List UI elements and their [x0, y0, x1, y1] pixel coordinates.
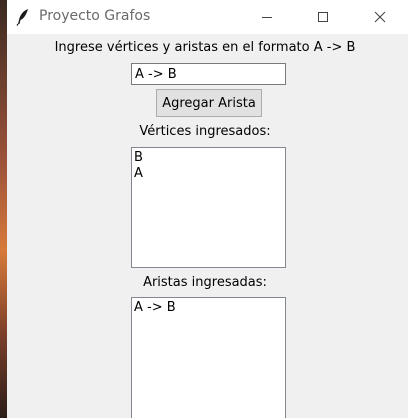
client-area: Ingrese vértices y aristas en el formato… [1, 34, 408, 418]
minimize-icon [262, 17, 272, 18]
list-item[interactable]: A [134, 166, 283, 182]
desktop-background [0, 0, 7, 418]
title-bar[interactable]: Proyecto Grafos [1, 0, 408, 34]
minimize-button[interactable] [244, 0, 290, 34]
edges-label: Aristas ingresadas: [143, 275, 267, 290]
vertices-label: Vértices ingresados: [139, 124, 271, 139]
add-edge-button[interactable]: Agregar Arista [156, 89, 262, 117]
edge-input[interactable] [131, 63, 286, 85]
edges-listbox[interactable]: A -> B [131, 297, 286, 418]
vertices-listbox[interactable]: B A [131, 147, 286, 268]
list-item[interactable]: B [134, 150, 283, 166]
feather-icon [15, 8, 31, 26]
maximize-icon [318, 12, 328, 22]
maximize-button[interactable] [300, 0, 346, 34]
close-button[interactable] [357, 0, 403, 34]
app-window: Proyecto Grafos Ingrese vértices y arist… [0, 0, 408, 418]
instruction-label: Ingrese vértices y aristas en el formato… [54, 40, 356, 55]
close-icon [374, 11, 386, 23]
window-title: Proyecto Grafos [39, 8, 151, 24]
list-item[interactable]: A -> B [134, 300, 283, 316]
